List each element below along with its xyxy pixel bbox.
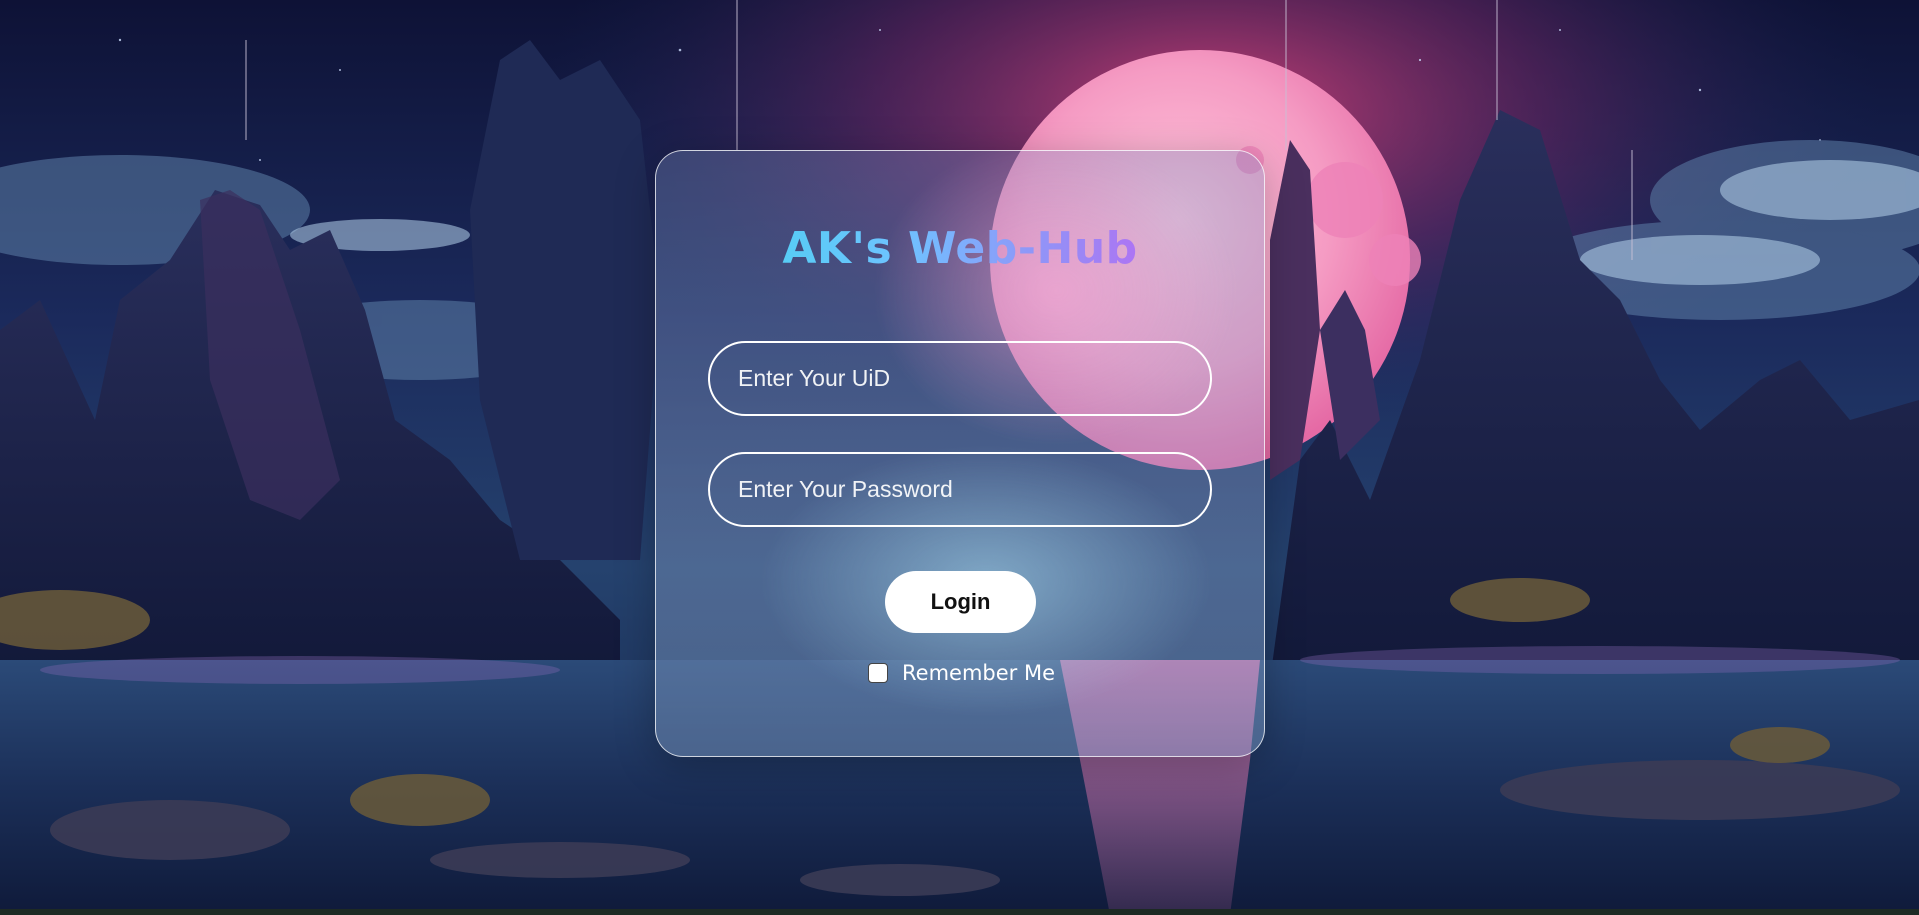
remember-me-checkbox[interactable] bbox=[868, 663, 888, 683]
remember-me-label: Remember Me bbox=[902, 661, 1055, 685]
login-button[interactable]: Login bbox=[885, 571, 1036, 633]
login-card: AK's Web-Hub Login Remember Me bbox=[655, 150, 1265, 757]
bottom-strip bbox=[0, 909, 1919, 915]
brand-title: AK's Web-Hub bbox=[656, 223, 1264, 274]
remember-me-row[interactable]: Remember Me bbox=[868, 659, 1055, 687]
password-input[interactable] bbox=[708, 452, 1212, 527]
uid-input[interactable] bbox=[708, 341, 1212, 416]
